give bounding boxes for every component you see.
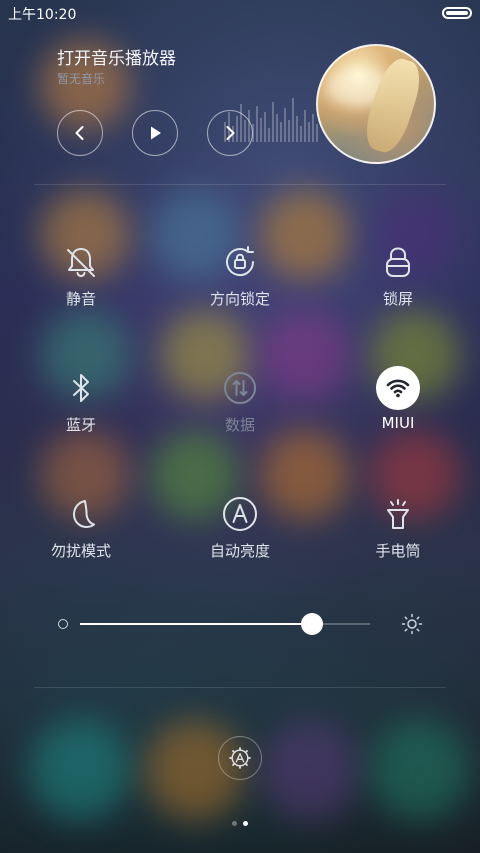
toggle-label: 自动亮度 <box>209 542 270 560</box>
rotation-lock-icon <box>218 240 262 284</box>
gear-icon <box>229 747 251 769</box>
battery-icon <box>442 7 472 19</box>
bg-blur-blob <box>370 720 470 820</box>
settings-button[interactable] <box>218 736 262 780</box>
divider <box>34 184 446 185</box>
toggle-auto-brightness[interactable]: 自动亮度 <box>175 492 305 572</box>
divider <box>34 687 446 688</box>
toggle-mute[interactable]: 静音 <box>16 240 146 320</box>
toggle-label: 锁屏 <box>382 290 413 308</box>
moon-icon <box>59 492 103 536</box>
chevron-left-icon <box>75 126 84 140</box>
brightness-slider[interactable] <box>55 604 430 644</box>
toggle-label: 手电筒 <box>375 542 421 560</box>
toggle-rotation-lock[interactable]: 方向锁定 <box>175 240 305 320</box>
audio-waveform <box>224 98 318 142</box>
play-button[interactable] <box>132 110 178 156</box>
previous-track-button[interactable] <box>57 110 103 156</box>
toggle-label: MIUI <box>381 414 415 432</box>
toggle-flashlight[interactable]: 手电筒 <box>333 492 463 572</box>
toggle-label: 数据 <box>224 416 255 434</box>
lock-icon <box>376 240 420 284</box>
page-dot-active <box>243 821 248 826</box>
bg-blur-blob <box>260 720 360 820</box>
bg-blur-blob <box>30 720 130 820</box>
music-title[interactable]: 打开音乐播放器 <box>57 44 176 69</box>
toggle-label: 方向锁定 <box>209 290 270 308</box>
toggle-do-not-disturb[interactable]: 勿扰模式 <box>16 492 146 572</box>
bell-off-icon <box>59 240 103 284</box>
toggle-bluetooth[interactable]: 蓝牙 <box>16 366 146 446</box>
music-subtitle: 暂无音乐 <box>57 72 106 86</box>
control-center-screen: 上午10:20 打开音乐播放器 暂无音乐 静音 方向锁定 锁屏 蓝牙 数据 MI… <box>0 0 480 853</box>
flashlight-icon <box>376 492 420 536</box>
toggle-mobile-data[interactable]: 数据 <box>175 366 305 446</box>
toggle-label: 蓝牙 <box>65 416 96 434</box>
toggle-wifi[interactable]: MIUI <box>333 366 463 446</box>
bluetooth-icon <box>59 366 103 410</box>
wifi-icon <box>376 366 420 410</box>
play-icon <box>151 126 161 140</box>
auto-brightness-icon <box>218 492 262 536</box>
page-dot <box>232 821 237 826</box>
toggle-lock-screen[interactable]: 锁屏 <box>333 240 463 320</box>
status-time: 上午10:20 <box>8 7 77 23</box>
brightness-track[interactable] <box>80 613 370 635</box>
page-indicator <box>0 811 480 826</box>
brightness-low-icon <box>58 619 68 629</box>
status-bar: 上午10:20 <box>0 0 480 28</box>
brightness-thumb[interactable] <box>301 613 323 635</box>
mobile-data-icon <box>218 366 262 410</box>
toggle-label: 勿扰模式 <box>50 542 111 560</box>
toggle-label: 静音 <box>65 290 96 308</box>
album-art[interactable] <box>316 44 436 164</box>
brightness-fill <box>80 623 312 625</box>
brightness-high-icon <box>401 613 423 635</box>
